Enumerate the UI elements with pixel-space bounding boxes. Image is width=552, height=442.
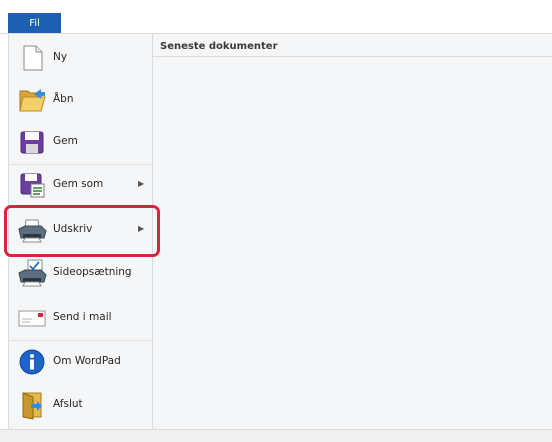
menu-item-label: Afslut	[53, 398, 83, 410]
recent-documents-divider	[153, 56, 552, 57]
save-as-icon	[17, 170, 47, 200]
print-highlight-box	[4, 205, 160, 257]
info-icon	[17, 347, 47, 377]
menu-separator	[8, 340, 152, 341]
menu-item-exit[interactable]: Afslut	[8, 385, 152, 427]
menu-item-send-mail[interactable]: Send i mail	[8, 298, 152, 340]
menu-item-page-setup[interactable]: Sideopsætning	[8, 253, 152, 295]
menu-item-label: Ny	[53, 51, 68, 63]
submenu-arrow-icon: ▶	[138, 179, 145, 188]
file-tab[interactable]: Fil	[8, 13, 61, 34]
new-document-icon	[17, 43, 47, 73]
ribbon-bar: Fil	[0, 0, 552, 34]
menu-item-about[interactable]: Om WordPad	[8, 342, 152, 384]
menu-item-label: Sideopsætning	[53, 266, 132, 278]
menu-item-save[interactable]: Gem	[8, 122, 152, 164]
recent-documents-pane: Seneste dokumenter	[153, 34, 552, 429]
menu-item-label: Åbn	[53, 93, 74, 105]
menu-item-label: Send i mail	[53, 311, 112, 323]
menu-item-save-as[interactable]: Gem som ▶	[8, 165, 152, 207]
mail-icon	[17, 303, 47, 333]
menu-item-new[interactable]: Ny	[8, 38, 152, 80]
save-icon	[17, 127, 47, 157]
menu-item-label: Gem som	[53, 178, 104, 190]
recent-documents-title: Seneste dokumenter	[160, 41, 278, 52]
status-bar	[0, 429, 552, 442]
open-folder-icon	[17, 85, 47, 115]
menu-item-label: Om WordPad	[53, 355, 121, 367]
page-setup-icon	[17, 258, 47, 288]
exit-icon	[17, 390, 47, 420]
menu-item-label: Gem	[53, 135, 78, 147]
menu-item-open[interactable]: Åbn	[8, 80, 152, 122]
